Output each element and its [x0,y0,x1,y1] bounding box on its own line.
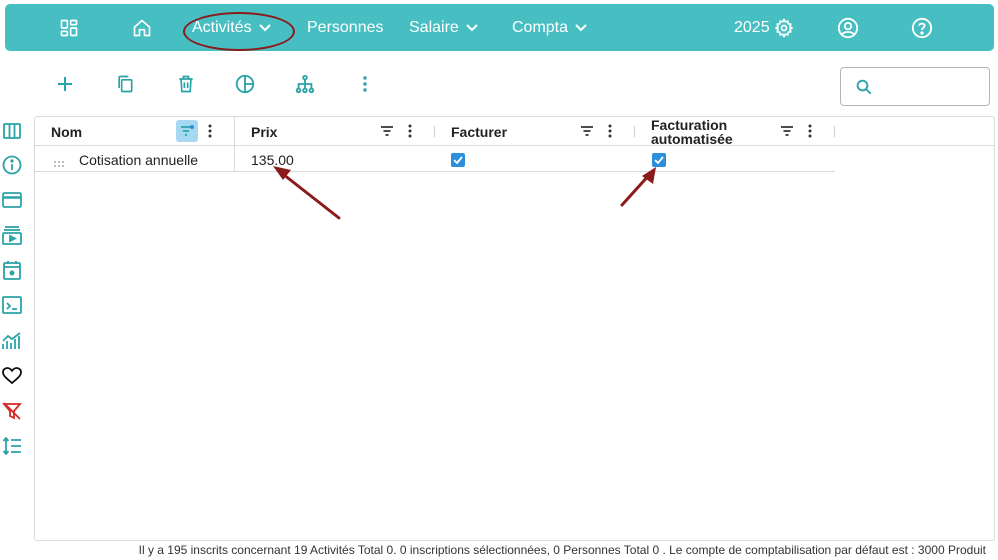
hierarchy-button[interactable] [293,72,317,96]
terminal-icon[interactable] [2,295,22,315]
status-footer: Il y a 195 inscrits concernant 19 Activi… [138,543,986,557]
analytics-icon[interactable] [2,331,22,351]
home-icon[interactable] [130,4,154,51]
calendar-icon[interactable] [2,260,22,280]
settings-gear-icon [774,17,794,38]
column-header-nom[interactable]: Nom [35,117,235,146]
top-nav-bar: Activités Personnes Salaire Compta 2025 [5,4,994,51]
filter-icon[interactable] [579,124,595,138]
cell-facturer[interactable] [451,147,465,172]
user-account-icon[interactable] [836,4,860,51]
column-header-facturer[interactable]: Facturer [435,117,635,146]
facturer-checkbox[interactable] [451,152,465,167]
add-icon [58,77,72,91]
video-library-icon[interactable] [2,225,22,245]
cell-nom[interactable]: Cotisation annuelle [79,147,198,172]
nav-compta[interactable]: Compta [512,4,587,51]
credit-card-icon[interactable] [2,190,22,210]
column-menu-icon[interactable] [605,123,615,139]
delete-icon [179,75,193,93]
year-selector[interactable]: 2025 [734,4,794,51]
more-options-button[interactable] [353,72,377,96]
grid-header: Nom Prix Facturer Facturation automatisé… [35,117,994,146]
filter-icon[interactable] [379,124,395,138]
cell-facturation-auto[interactable] [652,147,666,172]
column-title-nom: Nom [51,124,83,140]
pie-chart-icon [235,74,255,94]
duplicate-button[interactable] [113,72,137,96]
filter-active-icon[interactable] [176,120,198,142]
help-icon[interactable] [910,4,934,51]
hierarchy-icon [295,74,315,94]
chevron-down-icon [575,23,587,32]
search-input[interactable] [881,76,981,98]
nav-salaire-label: Salaire [409,18,459,36]
column-title-facturation-auto: Facturation automatisée [651,117,733,147]
more-vertical-icon [363,76,367,92]
search-box[interactable] [840,67,990,106]
year-label: 2025 [734,18,770,36]
search-icon [856,79,872,95]
nav-salaire[interactable]: Salaire [409,4,478,51]
dashboard-icon[interactable] [57,4,81,51]
cell-prix[interactable]: 135.00 [251,147,294,172]
data-grid: Nom Prix Facturer Facturation automatisé… [34,116,995,541]
delete-button[interactable] [174,72,198,96]
table-row[interactable]: Cotisation annuelle 135.00 [35,147,835,172]
nav-compta-label: Compta [512,18,569,36]
nav-personnes-label: Personnes [307,18,384,36]
column-separator[interactable] [834,126,835,137]
info-icon[interactable] [2,155,22,175]
filter-icon[interactable] [779,124,795,138]
filter-off-icon[interactable] [2,401,22,421]
annotation-circle [183,12,295,51]
column-menu-icon[interactable] [405,123,415,139]
column-menu-icon[interactable] [205,123,215,139]
column-title-prix: Prix [251,124,278,140]
column-header-facturation-auto[interactable]: Facturation automatisée [635,117,835,146]
columns-icon[interactable] [2,121,22,141]
pie-chart-button[interactable] [233,72,257,96]
column-title-facturer: Facturer [451,124,508,140]
heart-icon[interactable] [2,366,22,386]
column-menu-icon[interactable] [805,123,815,139]
drag-handle-icon[interactable] [53,155,65,173]
column-header-prix[interactable]: Prix [235,117,435,146]
sort-lines-icon[interactable] [2,436,22,456]
facturation-auto-checkbox[interactable] [652,152,666,167]
add-button[interactable] [53,72,77,96]
chevron-down-icon [466,23,478,32]
nav-personnes[interactable]: Personnes [307,4,384,51]
duplicate-icon [118,75,133,93]
